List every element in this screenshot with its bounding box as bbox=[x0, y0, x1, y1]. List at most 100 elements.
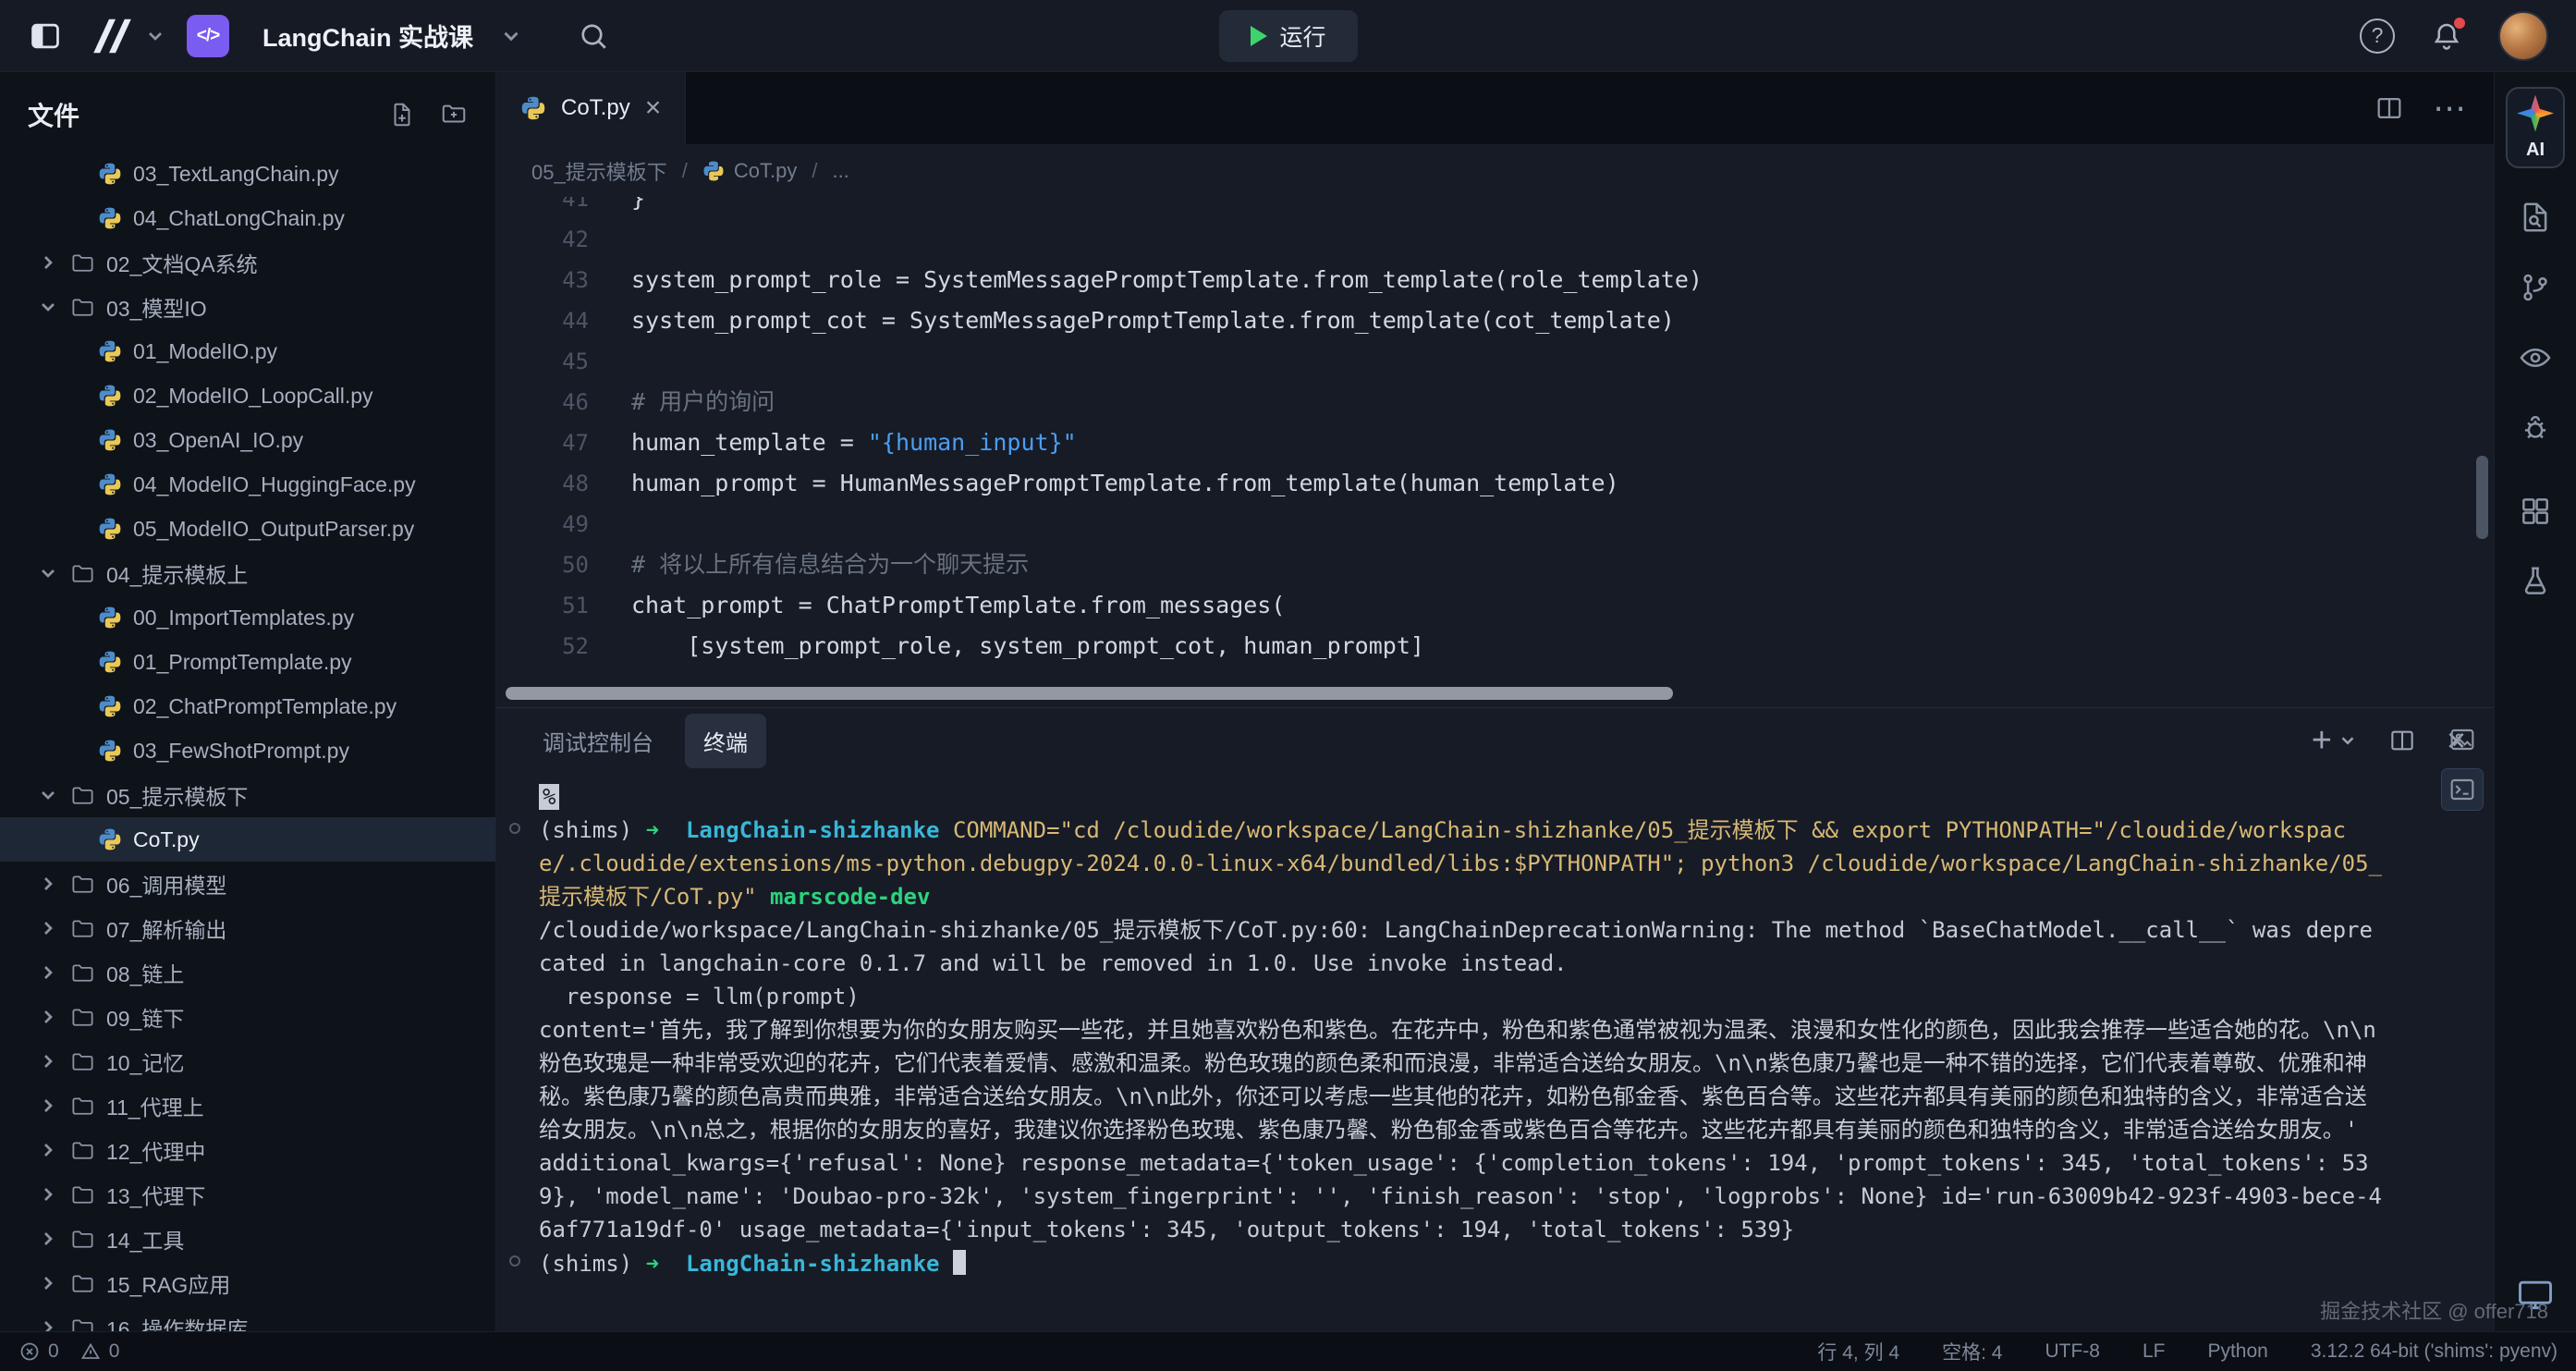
code-line-47[interactable]: 47human_template = "{human_input}" bbox=[496, 422, 2494, 463]
python-file-icon bbox=[98, 827, 122, 851]
tree-item-08_链上[interactable]: 08_链上 bbox=[0, 950, 495, 995]
notifications-bell-icon[interactable] bbox=[2430, 19, 2463, 53]
extensions-grid-icon[interactable] bbox=[2518, 494, 2553, 529]
help-icon[interactable]: ? bbox=[2360, 18, 2395, 54]
tree-item-14_工具[interactable]: 14_工具 bbox=[0, 1217, 495, 1261]
user-avatar[interactable] bbox=[2498, 11, 2548, 61]
code-line-46[interactable]: 46# 用户的询问 bbox=[496, 382, 2494, 422]
tree-item-04_ChatLongChain.py[interactable]: 04_ChatLongChain.py bbox=[0, 196, 495, 240]
tree-item-03_FewShotPrompt.py[interactable]: 03_FewShotPrompt.py bbox=[0, 728, 495, 773]
code-lines: 41}4243system_prompt_role = SystemMessag… bbox=[496, 197, 2494, 667]
chevron-down-icon[interactable] bbox=[499, 24, 523, 48]
breadcrumb-symbol[interactable]: ... bbox=[832, 159, 848, 183]
code-line-44[interactable]: 44system_prompt_cot = SystemMessagePromp… bbox=[496, 300, 2494, 341]
close-tab-icon[interactable]: × bbox=[645, 94, 662, 122]
app-logo-icon[interactable] bbox=[83, 17, 166, 55]
terminal-icon[interactable] bbox=[2442, 769, 2483, 810]
warnings-indicator[interactable]: 0 bbox=[79, 1340, 120, 1363]
tree-item-11_代理上[interactable]: 11_代理上 bbox=[0, 1083, 495, 1128]
tree-item-06_调用模型[interactable]: 06_调用模型 bbox=[0, 862, 495, 906]
error-icon bbox=[18, 1340, 41, 1363]
tree-item-09_链下[interactable]: 09_链下 bbox=[0, 995, 495, 1039]
image-panel-icon[interactable] bbox=[2442, 719, 2483, 760]
preview-eye-icon[interactable] bbox=[2518, 340, 2553, 375]
breadcrumb-folder[interactable]: 05_提示模板下 bbox=[531, 156, 667, 186]
code-line-43[interactable]: 43system_prompt_role = SystemMessageProm… bbox=[496, 260, 2494, 300]
tree-item-16_操作数据库[interactable]: 16_操作数据库 bbox=[0, 1305, 495, 1331]
code-line-51[interactable]: 51chat_prompt = ChatPromptTemplate.from_… bbox=[496, 585, 2494, 626]
folder-icon bbox=[70, 295, 95, 320]
language-mode[interactable]: Python bbox=[2207, 1340, 2267, 1363]
eol[interactable]: LF bbox=[2143, 1340, 2166, 1363]
tree-item-01_PromptTemplate.py[interactable]: 01_PromptTemplate.py bbox=[0, 640, 495, 684]
tree-item-04_ModelIO_HuggingFace.py[interactable]: 04_ModelIO_HuggingFace.py bbox=[0, 462, 495, 507]
code-line-52[interactable]: 52 [system_prompt_role, system_prompt_co… bbox=[496, 626, 2494, 667]
indentation[interactable]: 空格: 4 bbox=[1942, 1338, 2002, 1365]
tree-item-13_代理下[interactable]: 13_代理下 bbox=[0, 1172, 495, 1217]
new-file-icon[interactable] bbox=[388, 101, 416, 129]
python-file-icon bbox=[98, 472, 122, 496]
source-control-icon[interactable] bbox=[2518, 270, 2553, 305]
tree-item-10_记忆[interactable]: 10_记忆 bbox=[0, 1039, 495, 1083]
tree-item-03_TextLangChain.py[interactable]: 03_TextLangChain.py bbox=[0, 152, 495, 196]
new-terminal-button[interactable]: + bbox=[2312, 723, 2358, 758]
line-number: 51 bbox=[496, 585, 589, 626]
code-line-48[interactable]: 48human_prompt = HumanMessagePromptTempl… bbox=[496, 463, 2494, 504]
chevron-icon bbox=[37, 1272, 59, 1294]
run-button[interactable]: 运行 bbox=[1218, 10, 1357, 62]
tree-item-05_ModelIO_OutputParser.py[interactable]: 05_ModelIO_OutputParser.py bbox=[0, 507, 495, 551]
python-interpreter[interactable]: 3.12.2 64-bit ('shims': pyenv) bbox=[2311, 1340, 2558, 1363]
terminal-output[interactable]: %(shims) ➜ LangChain-shizhanke COMMAND="… bbox=[496, 773, 2494, 1331]
encoding[interactable]: UTF-8 bbox=[2045, 1340, 2100, 1363]
tree-item-15_RAG应用[interactable]: 15_RAG应用 bbox=[0, 1261, 495, 1305]
horizontal-scrollbar[interactable] bbox=[506, 687, 1673, 700]
code-text: [system_prompt_role, system_prompt_cot, … bbox=[589, 626, 1424, 667]
terminal-line: (shims) ➜ LangChain-shizhanke bbox=[539, 1246, 2383, 1280]
split-editor-icon[interactable] bbox=[2374, 92, 2405, 124]
tree-item-04_提示模板上[interactable]: 04_提示模板上 bbox=[0, 551, 495, 595]
tree-item-03_OpenAI_IO.py[interactable]: 03_OpenAI_IO.py bbox=[0, 418, 495, 462]
tree-item-05_提示模板下[interactable]: 05_提示模板下 bbox=[0, 773, 495, 817]
code-line-49[interactable]: 49 bbox=[496, 504, 2494, 545]
vertical-scrollbar[interactable] bbox=[2476, 456, 2488, 539]
search-files-icon[interactable] bbox=[2518, 200, 2553, 235]
tree-item-00_ImportTemplates.py[interactable]: 00_ImportTemplates.py bbox=[0, 595, 495, 640]
right-activity-bar: AI bbox=[2494, 72, 2576, 1331]
breadcrumb-file[interactable]: CoT.py bbox=[702, 159, 797, 183]
toggle-sidebar-icon[interactable] bbox=[28, 18, 63, 54]
tree-item-CoT.py[interactable]: CoT.py bbox=[0, 817, 495, 862]
tree-item-02_ChatPromptTemplate.py[interactable]: 02_ChatPromptTemplate.py bbox=[0, 684, 495, 728]
tree-item-03_模型IO[interactable]: 03_模型IO bbox=[0, 285, 495, 329]
project-name[interactable]: LangChain 实战课 bbox=[262, 18, 473, 54]
tree-item-07_解析输出[interactable]: 07_解析输出 bbox=[0, 906, 495, 950]
line-number: 44 bbox=[496, 300, 589, 341]
more-actions-icon[interactable]: ⋯ bbox=[2433, 89, 2468, 128]
python-file-icon bbox=[98, 206, 122, 230]
code-line-42[interactable]: 42 bbox=[496, 219, 2494, 260]
project-icon[interactable]: </> bbox=[187, 15, 229, 57]
tree-item-label: 10_记忆 bbox=[106, 1046, 184, 1077]
tab-debug-console[interactable]: 调试控制台 bbox=[524, 714, 672, 768]
tab-cot-py[interactable]: CoT.py × bbox=[496, 72, 686, 144]
code-editor[interactable]: 41}4243system_prompt_role = SystemMessag… bbox=[496, 197, 2494, 707]
tree-item-02_文档QA系统[interactable]: 02_文档QA系统 bbox=[0, 240, 495, 285]
code-line-50[interactable]: 50# 将以上所有信息结合为一个聊天提示 bbox=[496, 545, 2494, 585]
python-file-icon bbox=[98, 606, 122, 630]
split-panel-icon[interactable] bbox=[2387, 726, 2417, 755]
code-line-45[interactable]: 45 bbox=[496, 341, 2494, 382]
debug-bug-icon[interactable] bbox=[2518, 410, 2553, 446]
tree-item-label: CoT.py bbox=[133, 827, 200, 852]
errors-indicator[interactable]: 0 bbox=[18, 1340, 59, 1363]
test-flask-icon[interactable] bbox=[2518, 564, 2553, 599]
ai-assistant-button[interactable]: AI bbox=[2506, 87, 2565, 168]
tree-item-01_ModelIO.py[interactable]: 01_ModelIO.py bbox=[0, 329, 495, 373]
code-line-41[interactable]: 41} bbox=[496, 197, 2494, 219]
tree-item-label: 08_链上 bbox=[106, 957, 184, 988]
terminal-line: % bbox=[539, 780, 2383, 814]
tree-item-12_代理中[interactable]: 12_代理中 bbox=[0, 1128, 495, 1172]
cursor-position[interactable]: 行 4, 列 4 bbox=[1817, 1338, 1899, 1365]
tab-terminal[interactable]: 终端 bbox=[685, 714, 766, 768]
search-icon[interactable] bbox=[577, 19, 610, 53]
tree-item-02_ModelIO_LoopCall.py[interactable]: 02_ModelIO_LoopCall.py bbox=[0, 373, 495, 418]
new-folder-icon[interactable] bbox=[440, 101, 468, 129]
